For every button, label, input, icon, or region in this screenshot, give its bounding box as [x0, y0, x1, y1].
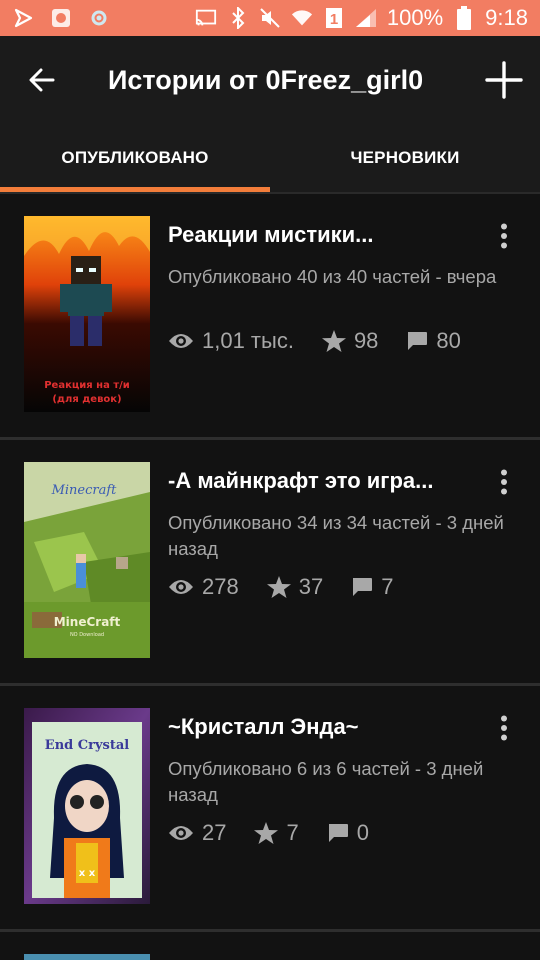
add-story-button[interactable] — [468, 36, 540, 124]
votes-count: 7 — [286, 820, 299, 845]
star-icon — [321, 330, 346, 352]
svg-text:Реакция на т/и: Реакция на т/и — [44, 380, 130, 391]
views-count: 27 — [202, 820, 227, 845]
page-title: Истории от 0Freez_girl0 — [108, 64, 424, 95]
star-icon — [266, 576, 291, 598]
comments-count: 0 — [356, 820, 369, 845]
story-title[interactable]: ~Кристалл Энда~ — [168, 714, 468, 740]
votes-count: 37 — [298, 574, 324, 599]
tab-drafts[interactable]: ЧЕРНОВИКИ — [270, 124, 540, 192]
votes-stat: 7 — [254, 820, 299, 846]
more-options-button[interactable] — [490, 708, 518, 748]
comments-count: 80 — [436, 328, 461, 353]
plus-icon — [485, 61, 523, 99]
votes-stat: 37 — [266, 574, 324, 600]
story-cover[interactable]: Minecraft MineCraft NO Download — [24, 462, 150, 658]
more-vert-icon — [501, 469, 507, 495]
settings-notification-icon — [88, 7, 110, 29]
svg-text:x x: x x — [79, 868, 96, 879]
star-icon — [254, 822, 279, 844]
svg-text:1: 1 — [330, 11, 338, 28]
more-options-button[interactable] — [490, 462, 518, 502]
story-item[interactable]: Реакция на т/и (для девок) Реакции мисти… — [0, 194, 540, 440]
views-count: 1,01 тыс. — [202, 328, 294, 353]
story-cover[interactable]: Реакция на т/и (для девок) — [24, 216, 150, 412]
story-stats: 278 37 7 — [168, 574, 421, 600]
story-item[interactable]: Minecraft MineCraft NO Download -А майнк… — [0, 440, 540, 686]
story-item[interactable]: End Crystal x x ~Кристалл Энда~ Опублико… — [0, 686, 540, 932]
views-stat: 1,01 тыс. — [168, 328, 294, 354]
story-cover[interactable] — [24, 954, 150, 960]
comment-icon — [408, 332, 428, 350]
battery-icon — [453, 6, 475, 30]
story-meta: Опубликовано 6 из 6 частей - 3 дней наза… — [168, 758, 484, 805]
comment-icon — [328, 824, 348, 842]
eye-icon — [169, 580, 193, 594]
tab-published[interactable]: ОПУБЛИКОВАНО — [0, 124, 270, 192]
story-meta: Опубликовано 40 из 40 частей - вчера — [168, 266, 497, 287]
votes-count: 98 — [353, 328, 379, 353]
story-item[interactable] — [0, 932, 540, 960]
svg-text:End Crystal: End Crystal — [45, 738, 129, 753]
bluetooth-icon — [227, 7, 249, 29]
views-stat: 27 — [168, 820, 226, 846]
signal-icon — [355, 7, 377, 29]
svg-text:(для девок): (для девок) — [52, 394, 121, 405]
comments-stat: 80 — [406, 328, 461, 354]
battery-percent: 100% — [386, 5, 444, 30]
story-meta: Опубликовано 34 из 34 частей - 3 дней на… — [168, 512, 504, 559]
wifi-icon — [291, 7, 313, 29]
story-title[interactable]: Реакции мистики... — [168, 222, 468, 248]
svg-text:Minecraft: Minecraft — [51, 483, 118, 498]
app-bar: Истории от 0Freez_girl0 — [0, 36, 540, 124]
story-list: Реакция на т/и (для девок) Реакции мисти… — [0, 194, 540, 960]
eye-icon — [169, 826, 193, 840]
more-vert-icon — [501, 223, 507, 249]
play-notification-icon — [12, 7, 34, 29]
comments-stat: 7 — [351, 574, 393, 600]
votes-stat: 98 — [321, 328, 379, 354]
more-options-button[interactable] — [490, 216, 518, 256]
tab-bar: ОПУБЛИКОВАНО ЧЕРНОВИКИ — [0, 124, 540, 192]
svg-text:MineCraft: MineCraft — [54, 615, 121, 629]
story-stats: 1,01 тыс. 98 80 — [168, 328, 489, 354]
mute-icon — [259, 7, 281, 29]
comments-stat: 0 — [327, 820, 369, 846]
comment-icon — [353, 578, 373, 596]
svg-text:NO Download: NO Download — [70, 632, 104, 638]
eye-icon — [169, 334, 193, 348]
clock: 9:18 — [485, 5, 528, 30]
views-stat: 278 — [168, 574, 239, 600]
story-cover[interactable]: End Crystal x x — [24, 708, 150, 904]
cast-icon — [195, 7, 217, 29]
app-notification-icon — [50, 7, 72, 29]
more-vert-icon — [501, 715, 507, 741]
story-stats: 27 7 0 — [168, 820, 397, 846]
story-title[interactable]: -А майнкрафт это игра... — [168, 468, 468, 494]
sim-badge-icon: 1 — [323, 7, 345, 29]
status-bar: 1 100% 9:18 — [0, 0, 540, 36]
comments-count: 7 — [381, 574, 394, 599]
views-count: 278 — [202, 574, 239, 599]
